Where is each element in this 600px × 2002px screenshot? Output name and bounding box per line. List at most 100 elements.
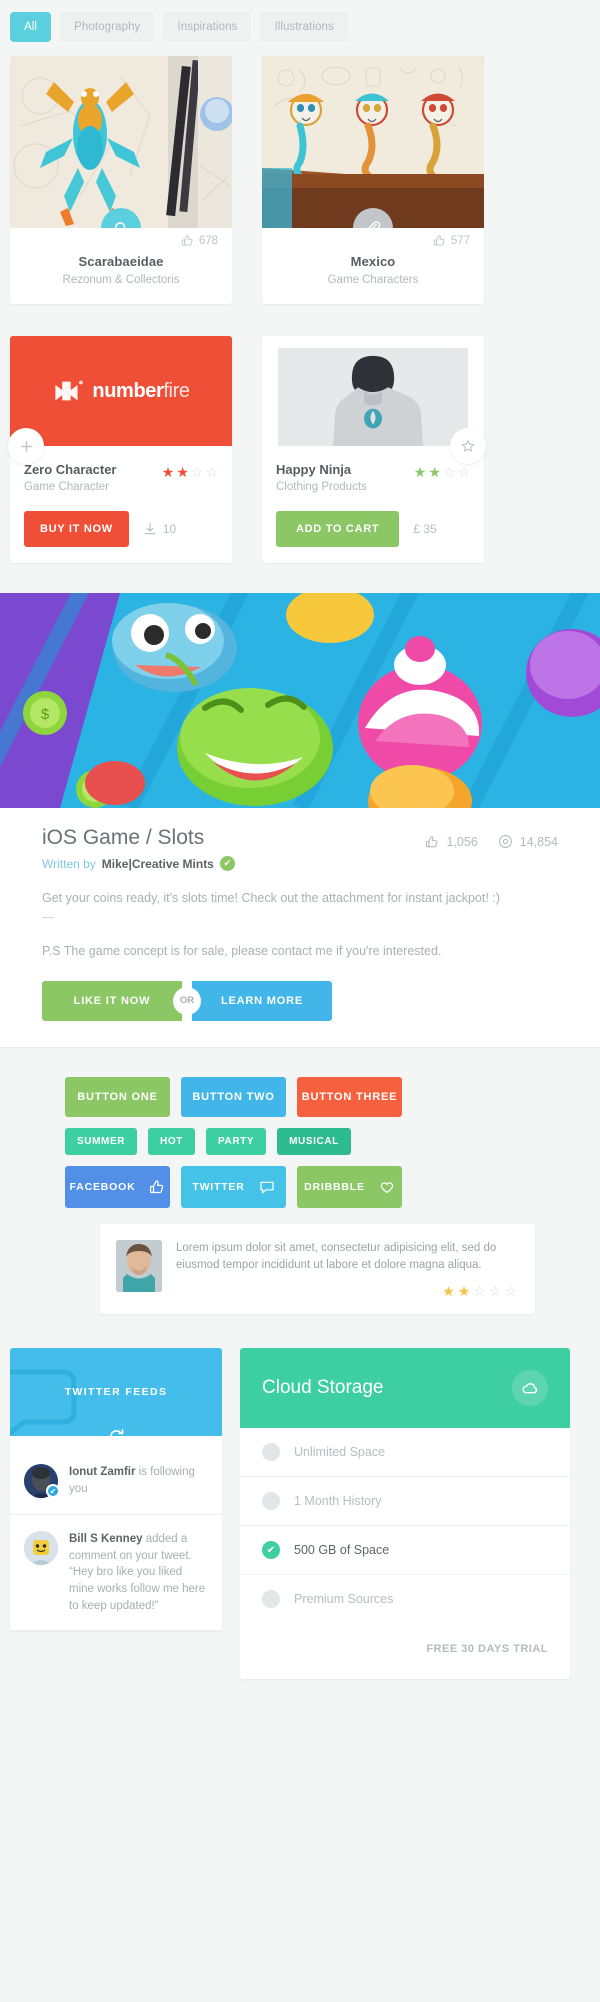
hoodie-illustration (278, 348, 468, 446)
product-card-row: numberfire Zero Character Game Character… (0, 336, 600, 563)
plus-icon[interactable] (8, 428, 44, 464)
cloud-feature-label: 1 Month History (294, 1494, 382, 1509)
tweet-author[interactable]: Ionut Zamfir (69, 1466, 135, 1478)
filter-bar: All Photography Inspirations Illustratio… (0, 0, 600, 56)
add-to-cart-button[interactable]: ADD TO CART (276, 511, 400, 547)
downloads-count: 10 (162, 522, 177, 536)
slots-game-artwork: $ $ (0, 593, 600, 808)
filter-chip-all[interactable]: All (10, 12, 52, 42)
star-empty[interactable]: ☆ (489, 1283, 502, 1300)
numberfire-wordmark: numberfire (92, 380, 190, 403)
shot-card-mexico[interactable]: 577 Mexico Game Characters (262, 56, 484, 304)
free-trial-label[interactable]: FREE 30 DAYS TRIAL (426, 1643, 548, 1655)
tag-party[interactable]: PARTY (205, 1127, 267, 1155)
shot-likes-count: 577 (450, 234, 470, 247)
shot-card-scarabaeidae[interactable]: 678 Scarabaeidae Rezonum & Collectoris (10, 56, 232, 304)
star-empty[interactable]: ☆ (443, 465, 456, 479)
thumb-up-icon (181, 235, 193, 246)
star-filled[interactable]: ★ (176, 465, 189, 479)
product-thumbnail (262, 336, 486, 464)
product-card-zero-character[interactable]: numberfire Zero Character Game Character… (8, 336, 232, 563)
cloud-feature-label: 500 GB of Space (294, 1543, 390, 1558)
twitter-button[interactable]: TWITTER (181, 1165, 286, 1208)
tag-musical[interactable]: MUSICAL (277, 1127, 351, 1155)
star-empty[interactable]: ☆ (191, 465, 204, 479)
twitter-feeds-widget: TWITTER FEEDS ✔ Ionut Zamfir is followin… (10, 1348, 222, 1632)
shot-card-body: 678 Scarabaeidae Rezonum & Collectoris (10, 228, 232, 304)
product-body: Zero Character Game Character ★ ★ ☆ ☆ BU… (10, 446, 232, 563)
cloud-feature-item[interactable]: Premium Sources (240, 1575, 570, 1623)
tweet-item[interactable]: ✔ Ionut Zamfir is following you (10, 1436, 222, 1516)
cloud-storage-title: Cloud Storage (262, 1377, 384, 1399)
twitter-widget-header: TWITTER FEEDS (10, 1348, 222, 1437)
filter-chip-inspirations[interactable]: Inspirations (163, 12, 252, 42)
product-downloads: 10 (143, 522, 176, 536)
product-rating[interactable]: ★ ★ ☆ ☆ (414, 462, 470, 479)
beetle-illustration (10, 56, 232, 228)
product-card-happy-ninja[interactable]: Happy Ninja Clothing Products ★ ★ ☆ ☆ AD… (262, 336, 486, 563)
article-paragraph-2: P.S The game concept is for sale, please… (42, 943, 442, 958)
like-it-now-button[interactable]: LIKE IT NOW (42, 980, 182, 1021)
refresh-icon[interactable] (98, 1418, 134, 1437)
price-value: £ 35 (413, 522, 437, 536)
button-two[interactable]: BUTTON TWO (181, 1076, 286, 1117)
shot-likes: 577 (433, 234, 470, 247)
shot-subtitle: Game Characters (327, 274, 419, 286)
filter-chip-photography[interactable]: Photography (60, 12, 155, 42)
star-filled[interactable]: ★ (458, 1283, 471, 1300)
star-empty[interactable]: ☆ (205, 465, 218, 479)
cloud-storage-widget: Cloud Storage Unlimited Space 1 Month Hi… (240, 1348, 570, 1680)
article-content: iOS Game / Slots Written by Mike|Creativ… (0, 808, 600, 1047)
speech-bubble-icon (10, 1369, 77, 1437)
twitter-widget-title: TWITTER FEEDS (64, 1386, 168, 1399)
cloud-feature-item[interactable]: Unlimited Space (240, 1428, 570, 1478)
cloud-storage-footer: FREE 30 DAYS TRIAL (240, 1623, 570, 1679)
or-separator: OR (173, 986, 201, 1015)
facebook-button[interactable]: FACEBOOK (65, 1165, 170, 1208)
button-three[interactable]: BUTTON THREE (297, 1076, 402, 1117)
article-paragraph-1: Get your coins ready, it's slots time! C… (42, 891, 500, 905)
status-dot-icon (262, 1492, 280, 1511)
button-one[interactable]: BUTTON ONE (65, 1076, 170, 1117)
cloud-feature-item-active[interactable]: ✔ 500 GB of Space (240, 1526, 570, 1576)
tweet-text: Ionut Zamfir is following you (69, 1464, 208, 1498)
tag-summer[interactable]: SUMMER (65, 1127, 138, 1155)
cloud-feature-label: Unlimited Space (294, 1445, 386, 1460)
tweet-item[interactable]: Bill S Kenney added a comment on your tw… (10, 1515, 222, 1632)
social-button-row: FACEBOOK TWITTER DRIBBBLE (0, 1165, 600, 1208)
product-rating[interactable]: ★ ★ ☆ ☆ (162, 462, 218, 479)
status-dot-icon (262, 1443, 280, 1462)
cloud-feature-item[interactable]: 1 Month History (240, 1477, 570, 1527)
tweet-author[interactable]: Bill S Kenney (69, 1533, 143, 1545)
twitter-label: TWITTER (192, 1180, 245, 1193)
dribbble-button[interactable]: DRIBBBLE (297, 1165, 402, 1208)
shot-thumbnail (262, 56, 484, 228)
byline-author[interactable]: Mike|Creative Mints (102, 857, 214, 871)
learn-more-button[interactable]: LEARN MORE (192, 980, 332, 1021)
buy-it-now-button[interactable]: BUY IT NOW (24, 511, 129, 547)
star-empty[interactable]: ☆ (504, 1283, 517, 1300)
avatar (24, 1531, 58, 1566)
star-icon[interactable] (450, 428, 486, 464)
star-empty[interactable]: ☆ (457, 465, 470, 479)
comment-icon (260, 1181, 274, 1194)
testimonial-card: Lorem ipsum dolor sit amet, consectetur … (100, 1223, 535, 1315)
article-likes: 1,056 (425, 835, 478, 849)
star-filled[interactable]: ★ (428, 465, 441, 479)
testimonial-rating[interactable]: ★ ★ ☆ ☆ ☆ (176, 1283, 517, 1300)
article-views-count: 14,854 (519, 834, 558, 849)
dribbble-label: DRIBBBLE (304, 1180, 365, 1193)
numberfire-logo: numberfire (52, 378, 190, 404)
byline-prefix: Written by (42, 856, 96, 871)
shot-card-row: 678 Scarabaeidae Rezonum & Collectoris 5… (0, 56, 600, 304)
star-filled[interactable]: ★ (162, 465, 175, 479)
big-button-row: BUTTON ONE BUTTON TWO BUTTON THREE (0, 1076, 600, 1117)
shot-card-body: 577 Mexico Game Characters (262, 228, 484, 304)
tag-hot[interactable]: HOT (148, 1127, 195, 1155)
star-filled[interactable]: ★ (414, 465, 427, 479)
star-empty[interactable]: ☆ (473, 1283, 486, 1300)
filter-chip-illustrations[interactable]: Illustrations (260, 12, 348, 42)
star-filled[interactable]: ★ (442, 1283, 455, 1300)
person-photo (116, 1239, 162, 1292)
shot-title: Mexico (350, 254, 396, 269)
